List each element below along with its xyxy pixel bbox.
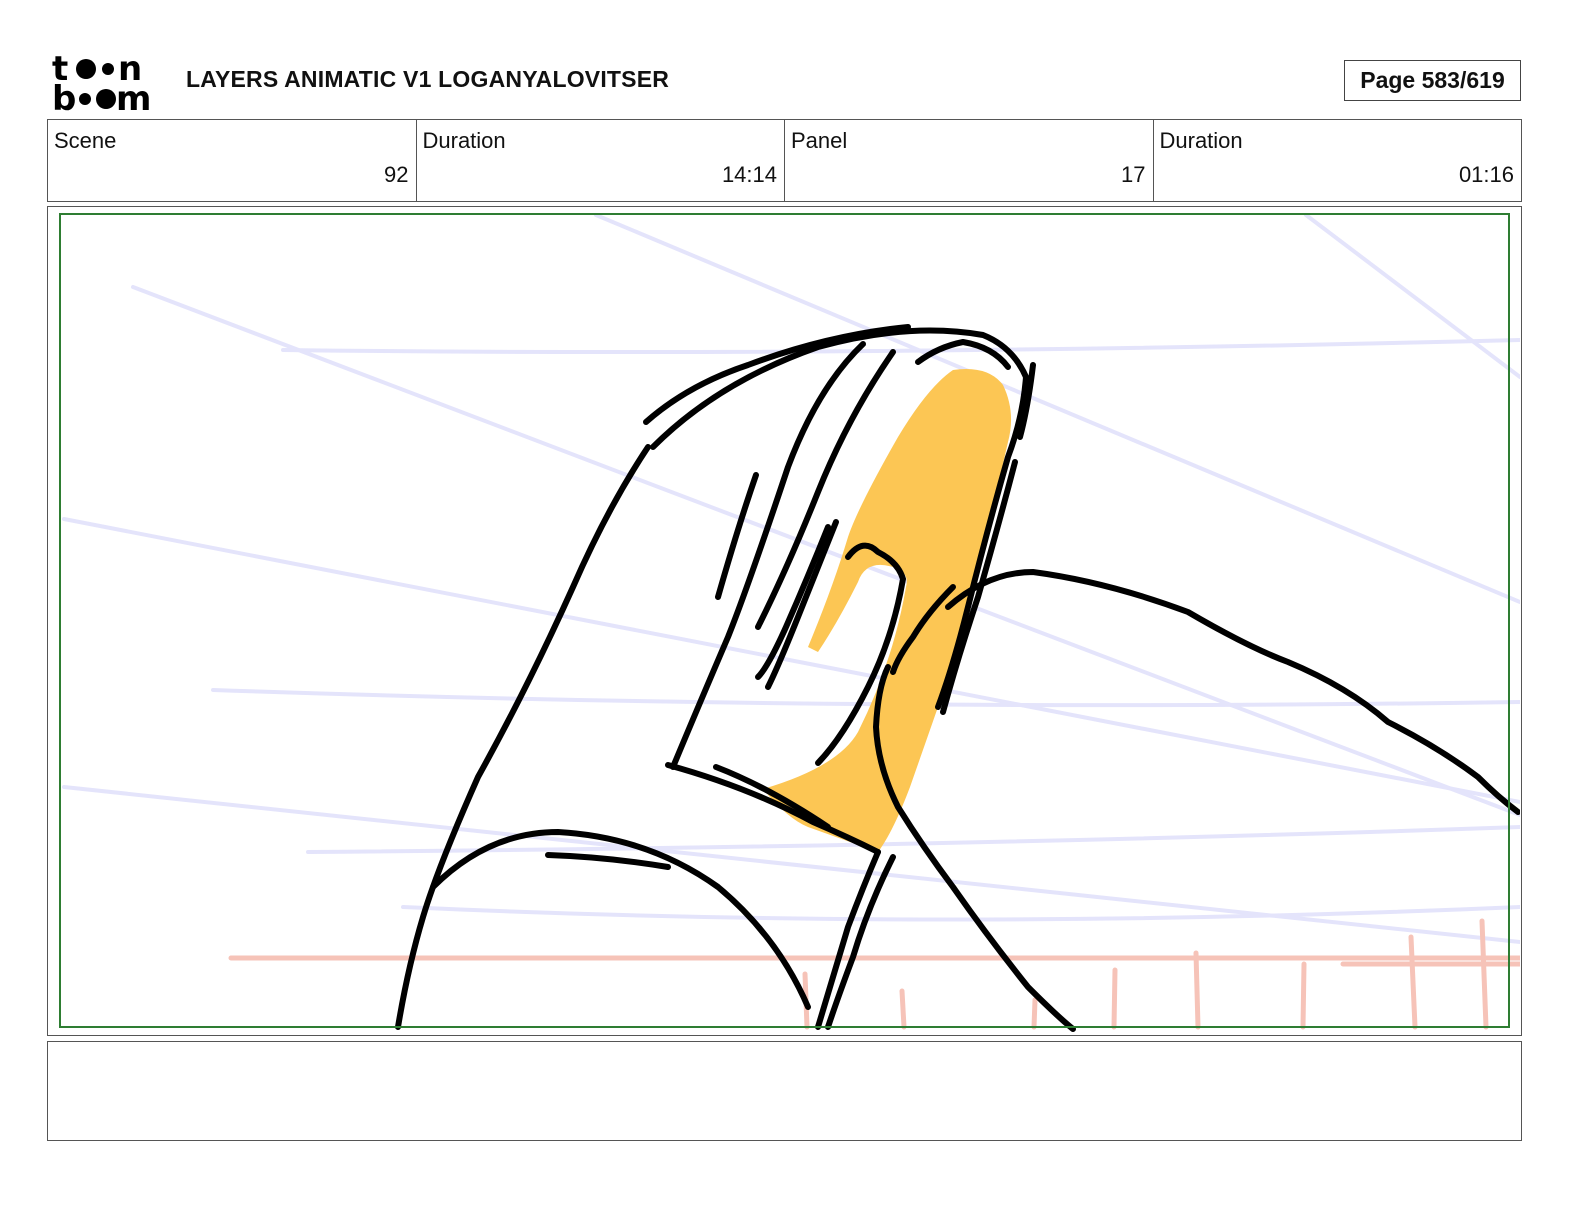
storyboard-panel: [47, 206, 1522, 1036]
ring-strap: [825, 854, 896, 1030]
floor-tick: [899, 988, 907, 1030]
scene-value: 92: [384, 162, 409, 187]
guide-line: [401, 905, 1520, 922]
toon-boom-logo: t n b m: [52, 52, 151, 112]
panel-duration-value: 01:16: [1458, 162, 1514, 187]
panel-notes: [47, 1041, 1522, 1141]
page-indicator: Page 583/619: [1344, 60, 1521, 101]
ring-strap: [815, 849, 881, 1030]
safe-frame: [59, 213, 1510, 1028]
hand-outline: [945, 569, 1520, 815]
svg-text:b: b: [52, 79, 76, 112]
document-title: LAYERS ANIMATIC V1 LOGANYALOVITSER: [186, 66, 670, 92]
scene-duration-label: Duration: [422, 128, 506, 153]
finger-left-edge: [395, 444, 651, 1030]
panel-duration-cell: Duration 01:16: [1154, 120, 1522, 201]
finger-outline: [643, 324, 911, 425]
floor-tick: [1193, 950, 1201, 1030]
floor-tick: [1031, 997, 1038, 1030]
panel-cell: Panel 17: [785, 120, 1154, 201]
scene-duration-cell: Duration 14:14: [417, 120, 785, 201]
floor-tick: [1111, 967, 1118, 1030]
floor-tick: [1300, 961, 1307, 1030]
floor-line: [228, 918, 1520, 1030]
floor-tick: [1408, 934, 1418, 1030]
panel-sketch: [59, 213, 1520, 1032]
perspective-guides: [62, 213, 1520, 944]
scene-label: Scene: [54, 128, 117, 153]
panel-value: 17: [1121, 162, 1146, 187]
thumb-inner: [545, 852, 671, 870]
ring-top: [915, 339, 1011, 370]
scene-duration-value: 14:14: [721, 162, 777, 187]
scene-info-table: Scene 92 Duration 14:14 Panel 17 Duratio…: [47, 119, 1522, 202]
panel-label: Panel: [791, 128, 848, 153]
panel-duration-label: Duration: [1159, 128, 1243, 153]
scene-cell: Scene 92: [48, 120, 417, 201]
guide-line: [1304, 213, 1520, 379]
svg-text:m: m: [116, 79, 151, 112]
